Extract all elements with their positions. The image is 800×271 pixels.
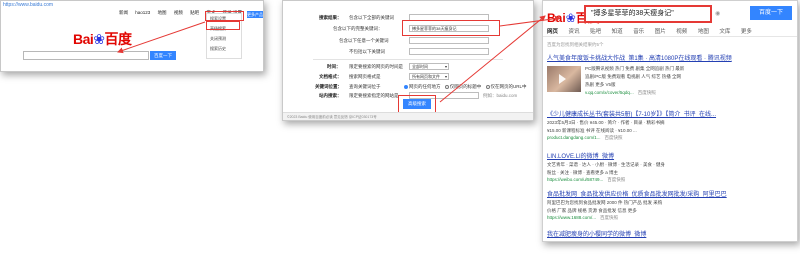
section-label-results: 搜索结果： [319,15,342,20]
tab-more[interactable]: 更多 [741,29,752,35]
result-item: 我在减肥瘦身的小樱同学的微博_微博 [547,229,791,238]
tab-images[interactable]: 图片 [655,29,666,35]
result-snippet: PC版腾讯视频 热门 免费 剧集 全网追剧 热门 最新 追剧/PC版 免费观看 … [585,66,685,95]
search-button[interactable]: 百度一下 [750,6,792,20]
divider [543,36,797,37]
result-url[interactable]: https://www.1688.com/... [547,215,596,220]
time-select[interactable]: 全部时间 [409,63,449,70]
input-exclude-keywords[interactable] [409,48,489,55]
radio-anywhere[interactable] [404,84,408,89]
paw-icon: ❀ [565,11,576,25]
position-options: 网页的任何地方 仅网页的标题中 仅在网页的URL中 [401,84,527,90]
result-item: 食品批发网_食品批发供应价格_优质食品批发网批发/采购_阿里巴巴 阿里巴巴为您找… [547,189,791,221]
search-results-screenshot: Bai❀百度 "搏多星菲菲的38天瘦身记" ◉ 百度一下 网页 资讯 贴吧 知道… [542,0,798,242]
field-label-exclude: 不包括以下关键词 [349,49,385,54]
time-desc: 限定要搜索的网页的时间是 [349,64,403,69]
address-bar-url[interactable]: https://www.baidu.com [3,2,203,10]
result-title-link[interactable]: LIN.LOVE.LI的微博_微博 [547,151,791,160]
baidu-logo: Bai❀百度 [73,31,132,47]
site-desc: 限定要搜索指定的网站是 [349,93,399,98]
result-item: 《少儿健康成长丛书(套装共5册)【7-10岁】》【简介_书评_在线... 202… [547,109,791,141]
nav-link[interactable]: 新闻 [119,10,128,15]
menu-item-search-history[interactable]: 搜索历史 [207,44,241,54]
result-count: 百度为您找到相关结果约5个 [547,42,604,47]
result-title-link[interactable]: 《少儿健康成长丛书(套装共5册)【7-10岁】》【简介_书评_在线... [547,109,791,118]
result-title-link[interactable]: 食品批发网_食品批发供应价格_优质食品批发网批发/采购_阿里巴巴 [547,189,791,198]
snapshot-link[interactable]: 百度快照 [605,135,623,140]
highlight-exact-phrase [402,20,500,36]
result-item: 人气美食年度饭卡挑战大作战_第1集 · 高清1080P在线观看 · 腾讯视频 [547,53,791,62]
doctype-desc: 搜索网页格式是 [349,74,381,79]
field-label-any: 包含以下任意一个关键词 [339,38,389,43]
result-item: LIN.LOVE.LI的微博_微博 文艺青年 · 菜谱 · 达人 · 小厨 · … [547,151,791,183]
camera-icon[interactable]: ◉ [715,10,720,17]
search-button[interactable]: 百度一下 [150,51,176,60]
more-products-button[interactable]: 更多产品 [247,11,263,18]
tab-map[interactable]: 地图 [698,29,709,35]
result-title-link[interactable]: 我在减肥瘦身的小樱同学的微博_微博 [547,229,791,238]
site-label: 站内搜索： [319,93,342,98]
snapshot-link[interactable]: 百度快照 [607,177,625,182]
result-url[interactable]: https://weibo.com/u/58749... [547,177,603,182]
tab-zhidao[interactable]: 知道 [612,29,623,35]
snapshot-link[interactable]: 百度快照 [638,90,656,95]
play-icon [559,74,566,84]
footer-text: ©2023 Baidu 使用百度前必读 意见反馈 京ICP证030173号 [283,112,533,120]
menu-item-close-predict[interactable]: 关闭预测 [207,34,241,44]
paw-icon: ❀ [93,31,105,47]
tab-news[interactable]: 资讯 [569,29,580,35]
input-any-keyword[interactable] [409,37,489,44]
radio-url[interactable] [485,84,490,89]
search-input[interactable] [23,51,149,60]
result-url[interactable]: product.dangdang.com/1... [547,135,601,140]
tab-tieba[interactable]: 贴吧 [590,29,601,35]
baidu-home-screenshot: https://www.baidu.com 新闻 hao123 地图 视频 贴吧… [0,0,264,72]
tab-wenku[interactable]: 文库 [719,29,730,35]
tab-music[interactable]: 音乐 [633,29,644,35]
time-label: 时间： [327,64,341,69]
result-title-link[interactable]: 人气美食年度饭卡挑战大作战_第1集 · 高清1080P在线观看 · 腾讯视频 [547,53,791,62]
position-label: 关键词位置： [315,84,342,89]
snapshot-link[interactable]: 百度快照 [600,215,618,220]
highlight-submit [398,95,436,113]
nav-link[interactable]: 地图 [158,10,167,15]
radio-title[interactable] [444,84,449,89]
site-example: 例如：baidu.com [483,93,518,98]
result-tabs: 网页 资讯 贴吧 知道 音乐 图片 视频 地图 文库 更多 [547,27,761,37]
search-query-input[interactable]: "搏多星菲菲的38天瘦身记" [584,5,712,23]
field-label-all: 包含以下全部的关键词 [349,15,394,20]
nav-link[interactable]: 贴吧 [190,10,199,15]
divider [313,59,503,60]
doctype-select[interactable]: 所有网页和文件 [409,73,449,80]
position-desc: 查询关键词位于 [349,84,381,89]
nav-link[interactable]: 视频 [174,10,183,15]
highlight-advanced-search [206,21,240,30]
tab-video[interactable]: 视频 [676,29,687,35]
nav-link[interactable]: hao123 [135,10,150,15]
doctype-label: 文档格式： [319,74,342,79]
result-url[interactable]: v.qq.com/x/cover/5qdq... [585,90,634,95]
field-label-exact: 包含以下的完整关键词： [333,26,383,31]
highlight-settings [205,11,244,21]
advanced-search-screenshot: 搜索结果： 包含以下全部的关键词 包含以下的完整关键词： 搏多星菲菲的38天瘦身… [282,0,534,121]
